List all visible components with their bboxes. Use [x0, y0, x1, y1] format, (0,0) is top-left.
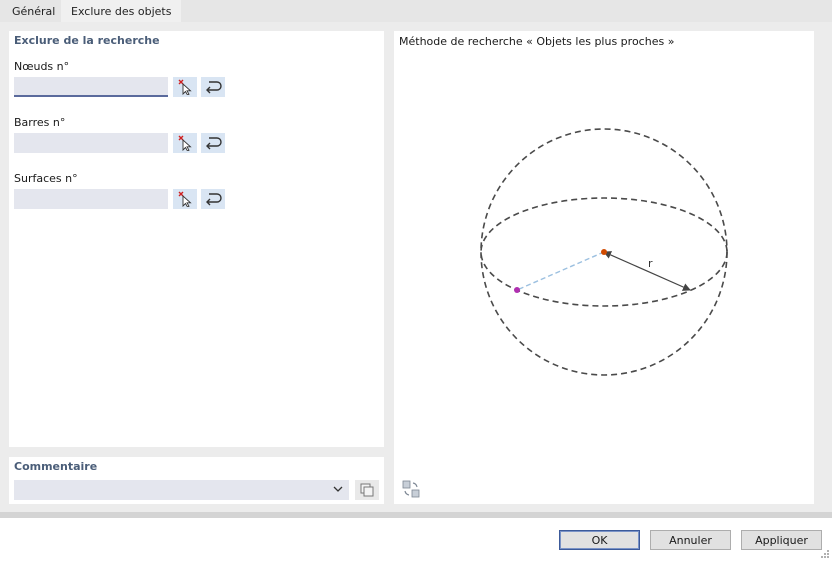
- tab-content: Exclure de la recherche Nœuds n° Barres …: [0, 22, 832, 512]
- radius-arrow: [603, 251, 691, 291]
- copy-icon: [360, 483, 374, 497]
- comment-copy-button[interactable]: [355, 480, 379, 500]
- cursor-x-icon: [178, 79, 192, 95]
- resize-grip-icon[interactable]: [820, 549, 830, 559]
- nodes-reset-button[interactable]: [201, 77, 225, 97]
- nearest-objects-diagram: r: [480, 128, 728, 376]
- return-arrow-icon: [206, 137, 222, 150]
- return-arrow-icon: [206, 81, 222, 94]
- surfaces-label: Surfaces n°: [14, 172, 78, 185]
- tab-general[interactable]: Général: [2, 0, 65, 22]
- surfaces-reset-button[interactable]: [201, 189, 225, 209]
- exclude-panel: Exclure de la recherche Nœuds n° Barres …: [9, 31, 384, 447]
- cursor-x-icon: [178, 135, 192, 151]
- tab-bar: Général Exclure des objets: [0, 0, 832, 22]
- cursor-x-icon: [178, 191, 192, 207]
- diagram-panel: Méthode de recherche « Objets les plus p…: [394, 31, 814, 504]
- exclude-section-title: Exclure de la recherche: [14, 34, 160, 47]
- distance-line: [516, 251, 605, 291]
- nodes-label: Nœuds n°: [14, 60, 70, 73]
- nodes-input[interactable]: [14, 77, 168, 97]
- chevron-down-icon: [333, 486, 343, 492]
- radius-label: r: [648, 257, 653, 270]
- refresh-diagram-button[interactable]: [399, 478, 423, 500]
- members-reset-button[interactable]: [201, 133, 225, 153]
- apply-button[interactable]: Appliquer: [741, 530, 822, 550]
- tab-exclude-objects[interactable]: Exclure des objets: [61, 0, 182, 22]
- center-point: [601, 249, 607, 255]
- surfaces-input[interactable]: [14, 189, 168, 209]
- object-point: [514, 287, 520, 293]
- comment-title: Commentaire: [14, 460, 98, 473]
- surfaces-select-button[interactable]: [173, 189, 197, 209]
- members-select-button[interactable]: [173, 133, 197, 153]
- comment-panel: Commentaire: [9, 457, 384, 504]
- nodes-select-button[interactable]: [173, 77, 197, 97]
- members-input[interactable]: [14, 133, 168, 153]
- footer-separator: [0, 512, 832, 518]
- members-label: Barres n°: [14, 116, 66, 129]
- cancel-button[interactable]: Annuler: [650, 530, 731, 550]
- ok-button[interactable]: OK: [559, 530, 640, 550]
- refresh-icon: [402, 480, 420, 498]
- comment-select[interactable]: [14, 480, 349, 500]
- return-arrow-icon: [206, 193, 222, 206]
